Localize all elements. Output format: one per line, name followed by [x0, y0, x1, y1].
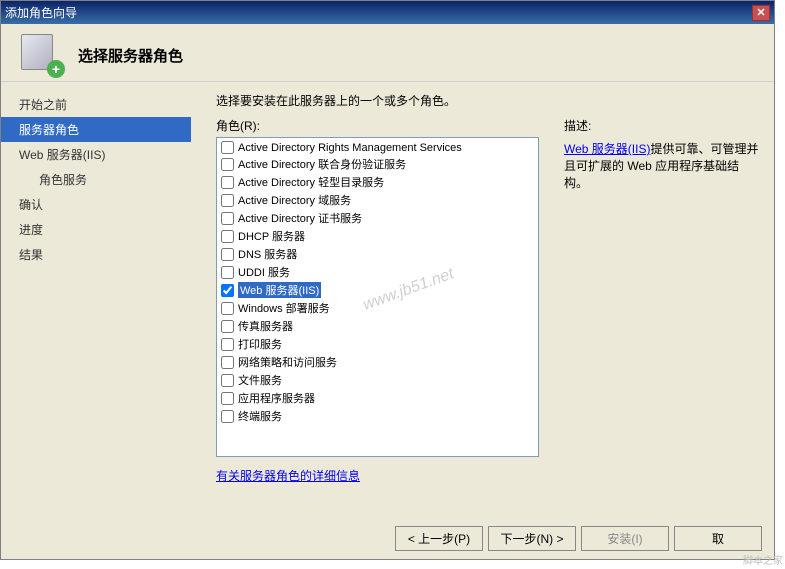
role-item[interactable]: 终端服务: [219, 407, 536, 425]
cancel-button[interactable]: 取: [674, 526, 762, 551]
page-title: 选择服务器角色: [78, 45, 183, 66]
sidebar-item[interactable]: 服务器角色: [1, 117, 191, 142]
role-label: Active Directory 域服务: [238, 192, 351, 208]
role-item[interactable]: 传真服务器: [219, 317, 536, 335]
roles-label: 角色(R):: [216, 117, 539, 134]
role-checkbox[interactable]: [221, 320, 234, 333]
role-label: 传真服务器: [238, 318, 293, 334]
role-item[interactable]: Windows 部署服务: [219, 299, 536, 317]
role-label: 文件服务: [238, 372, 282, 388]
wizard-window: 添加角色向导 ✕ + 选择服务器角色 开始之前服务器角色Web 服务器(IIS)…: [0, 0, 775, 560]
sidebar-item[interactable]: Web 服务器(IIS): [1, 142, 191, 167]
role-item[interactable]: Web 服务器(IIS): [219, 281, 536, 299]
role-item[interactable]: Active Directory 域服务: [219, 191, 536, 209]
sidebar-item[interactable]: 确认: [1, 192, 191, 217]
corner-watermark: 脚本之家: [743, 552, 783, 567]
role-checkbox[interactable]: [221, 212, 234, 225]
description-link[interactable]: Web 服务器(IIS): [564, 142, 650, 156]
description-label: 描述:: [564, 117, 759, 134]
role-checkbox[interactable]: [221, 176, 234, 189]
window-title: 添加角色向导: [5, 4, 77, 21]
roles-list[interactable]: Active Directory Rights Management Servi…: [216, 137, 539, 457]
role-checkbox[interactable]: [221, 230, 234, 243]
header: + 选择服务器角色: [1, 24, 774, 82]
role-label: DHCP 服务器: [238, 228, 305, 244]
role-item[interactable]: 打印服务: [219, 335, 536, 353]
role-checkbox[interactable]: [221, 266, 234, 279]
role-label: 网络策略和访问服务: [238, 354, 337, 370]
role-item[interactable]: 文件服务: [219, 371, 536, 389]
role-label: Active Directory 证书服务: [238, 210, 362, 226]
titlebar: 添加角色向导 ✕: [1, 1, 774, 24]
role-label: UDDI 服务: [238, 264, 290, 280]
role-item[interactable]: DHCP 服务器: [219, 227, 536, 245]
role-checkbox[interactable]: [221, 374, 234, 387]
role-item[interactable]: DNS 服务器: [219, 245, 536, 263]
role-item[interactable]: 应用程序服务器: [219, 389, 536, 407]
role-checkbox[interactable]: [221, 392, 234, 405]
instruction-text: 选择要安装在此服务器上的一个或多个角色。: [216, 92, 759, 109]
role-item[interactable]: 网络策略和访问服务: [219, 353, 536, 371]
role-label: Active Directory Rights Management Servi…: [238, 142, 462, 154]
main-panel: 选择要安装在此服务器上的一个或多个角色。 角色(R): Active Direc…: [191, 82, 774, 522]
role-label: Active Directory 轻型目录服务: [238, 174, 384, 190]
role-item[interactable]: Active Directory 轻型目录服务: [219, 173, 536, 191]
close-button[interactable]: ✕: [752, 5, 770, 21]
role-label: Active Directory 联合身份验证服务: [238, 156, 406, 172]
role-checkbox[interactable]: [221, 338, 234, 351]
role-label: 终端服务: [238, 408, 282, 424]
role-item[interactable]: Active Directory 联合身份验证服务: [219, 155, 536, 173]
role-checkbox[interactable]: [221, 141, 234, 154]
role-checkbox[interactable]: [221, 248, 234, 261]
role-item[interactable]: Active Directory Rights Management Servi…: [219, 140, 536, 155]
role-checkbox[interactable]: [221, 158, 234, 171]
role-checkbox[interactable]: [221, 302, 234, 315]
role-label: 应用程序服务器: [238, 390, 315, 406]
description-text: Web 服务器(IIS)提供可靠、可管理并且可扩展的 Web 应用程序基础结构。: [564, 140, 759, 191]
role-item[interactable]: UDDI 服务: [219, 263, 536, 281]
install-button: 安装(I): [581, 526, 669, 551]
role-label: 打印服务: [238, 336, 282, 352]
more-info-link[interactable]: 有关服务器角色的详细信息: [216, 467, 539, 484]
sidebar-item[interactable]: 进度: [1, 217, 191, 242]
role-checkbox[interactable]: [221, 194, 234, 207]
footer-buttons: < 上一步(P) 下一步(N) > 安装(I) 取: [395, 526, 762, 551]
role-label: Windows 部署服务: [238, 300, 330, 316]
sidebar-item[interactable]: 角色服务: [1, 167, 191, 192]
role-checkbox[interactable]: [221, 356, 234, 369]
sidebar-item[interactable]: 开始之前: [1, 92, 191, 117]
sidebar: 开始之前服务器角色Web 服务器(IIS)角色服务确认进度结果: [1, 82, 191, 522]
role-label: Web 服务器(IIS): [238, 282, 321, 298]
server-add-icon: +: [21, 34, 63, 76]
prev-button[interactable]: < 上一步(P): [395, 526, 483, 551]
role-label: DNS 服务器: [238, 246, 297, 262]
role-checkbox[interactable]: [221, 410, 234, 423]
role-checkbox[interactable]: [221, 284, 234, 297]
sidebar-item[interactable]: 结果: [1, 242, 191, 267]
role-item[interactable]: Active Directory 证书服务: [219, 209, 536, 227]
next-button[interactable]: 下一步(N) >: [488, 526, 576, 551]
body: 开始之前服务器角色Web 服务器(IIS)角色服务确认进度结果 选择要安装在此服…: [1, 82, 774, 522]
